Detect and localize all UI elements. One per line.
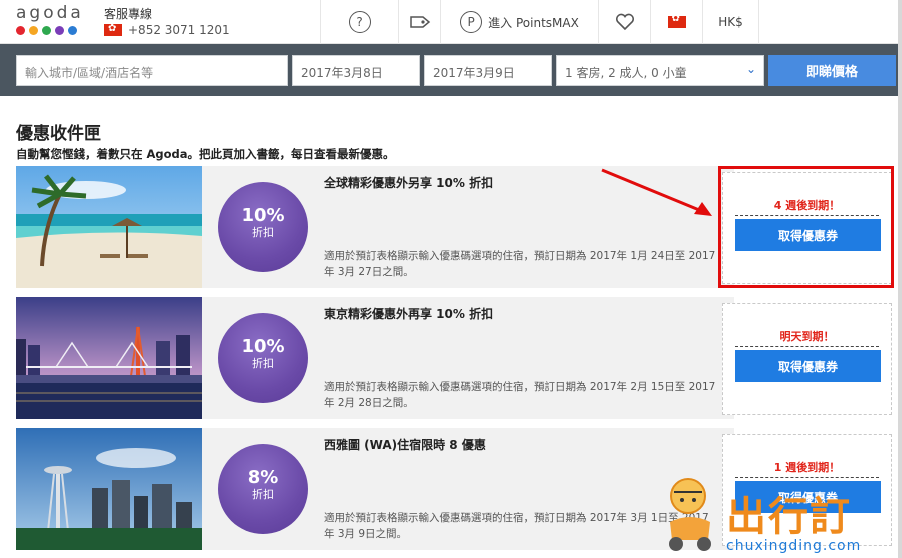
deal-description: 適用於預訂表格顯示輸入優惠碼選項的住宿，預訂日期為 2017年 2月 15日至 … xyxy=(324,381,716,409)
search-button[interactable]: 即睇價格 xyxy=(768,55,896,86)
discount-label: 折扣 xyxy=(252,226,274,239)
customer-service: 客服專線 +852 3071 1201 xyxy=(104,6,230,38)
tokyo-night-bridge-image xyxy=(16,297,202,419)
logo-dot xyxy=(42,26,51,35)
seattle-skyline-image xyxy=(16,428,202,550)
logo-dot xyxy=(29,26,38,35)
coupon-box: 明天到期！ 取得優惠券 xyxy=(722,303,892,415)
language-button[interactable] xyxy=(650,0,702,44)
destination-input[interactable]: 輸入城市/區域/酒店名等 xyxy=(16,55,288,86)
logo-dot xyxy=(68,26,77,35)
deal-headline: 西雅圖 (WA)住宿限時 8 優惠 xyxy=(324,438,486,452)
guests-select[interactable]: 1 客房, 2 成人, 0 小童 ⌄ xyxy=(556,55,764,86)
deal-photo-tokyo xyxy=(16,297,202,419)
deal-headline: 全球精彩優惠外另享 10% 折扣 xyxy=(324,176,494,190)
deals-tag-button[interactable] xyxy=(398,0,440,44)
deal-headline: 東京精彩優惠外再享 10% 折扣 xyxy=(324,307,494,321)
discount-percent: 10% xyxy=(241,205,285,226)
get-coupon-button[interactable]: 取得優惠券 xyxy=(735,350,881,382)
deal-photo-seattle xyxy=(16,428,202,550)
logo-dot xyxy=(16,26,25,35)
cs-phone: +852 3071 1201 xyxy=(128,23,230,37)
currency-button[interactable]: HK$ xyxy=(702,0,758,44)
logo-dot xyxy=(55,26,64,35)
watermark-mascot-icon xyxy=(669,478,711,551)
deal-card: 10% 折扣 東京精彩優惠外再享 10% 折扣 適用於預訂表格顯示輸入優惠碼選項… xyxy=(202,297,734,419)
checkout-date: 2017年3月9日 xyxy=(433,66,515,80)
tag-icon xyxy=(409,16,430,28)
expiry-notice: 4 週後到期！ xyxy=(735,197,879,216)
discount-badge: 10% 折扣 xyxy=(218,313,308,403)
get-coupon-button[interactable]: 取得優惠券 xyxy=(735,219,881,251)
deal-description: 適用於預訂表格顯示輸入優惠碼選項的住宿，預訂日期為 2017年 3月 1日至 2… xyxy=(324,512,709,540)
destination-placeholder: 輸入城市/區域/酒店名等 xyxy=(25,66,154,80)
tropical-beach-image xyxy=(16,166,202,288)
scrollbar[interactable] xyxy=(898,0,902,558)
watermark-text: 出行訂 xyxy=(726,494,852,540)
pointsmax-button[interactable]: P 進入 PointsMAX xyxy=(440,0,598,44)
pointsmax-label: 進入 PointsMAX xyxy=(488,15,579,30)
discount-percent: 10% xyxy=(241,336,285,357)
help-button[interactable]: ? xyxy=(320,0,398,44)
guests-value: 1 客房, 2 成人, 0 小童 xyxy=(565,66,687,80)
checkin-date: 2017年3月8日 xyxy=(301,66,383,80)
cs-phone-row: +852 3071 1201 xyxy=(104,21,230,38)
page-subtitle: 自動幫您慳錢，着數只在 Agoda。把此頁加入書籤，每日查看最新優惠。 xyxy=(16,147,395,161)
coupon-box: 4 週後到期！ 取得優惠券 xyxy=(722,172,892,284)
hong-kong-flag-icon xyxy=(667,13,686,28)
annotation-arrow xyxy=(601,168,712,216)
hong-kong-flag-icon xyxy=(104,21,122,37)
watermark: 出行訂 chuxingding.com xyxy=(660,472,898,556)
discount-badge: 10% 折扣 xyxy=(218,182,308,272)
deal-item: 10% 折扣 全球精彩優惠外另享 10% 折扣 適用於預訂表格顯示輸入優惠碼選項… xyxy=(16,166,894,288)
discount-label: 折扣 xyxy=(252,488,274,501)
expiry-notice: 明天到期！ xyxy=(735,328,879,347)
deal-card: 8% 折扣 西雅圖 (WA)住宿限時 8 優惠 適用於預訂表格顯示輸入優惠碼選項… xyxy=(202,428,734,550)
cs-label: 客服專線 xyxy=(104,7,153,21)
chevron-down-icon: ⌄ xyxy=(745,62,756,76)
currency-label: HK$ xyxy=(718,15,743,29)
search-bar: 輸入城市/區域/酒店名等 2017年3月8日 2017年3月9日 1 客房, 2… xyxy=(0,44,898,96)
discount-percent: 8% xyxy=(247,467,279,488)
deal-description: 適用於預訂表格顯示輸入優惠碼選項的住宿，預訂日期為 2017年 1月 24日至 … xyxy=(324,250,716,278)
deal-photo-beach xyxy=(16,166,202,288)
logo-dots xyxy=(16,26,96,35)
checkin-date-field[interactable]: 2017年3月8日 xyxy=(292,55,420,86)
page-title: 優惠收件匣 xyxy=(16,124,101,144)
question-circle-icon: ? xyxy=(348,11,371,33)
favorites-button[interactable] xyxy=(598,0,650,44)
checkout-date-field[interactable]: 2017年3月9日 xyxy=(424,55,552,86)
account-area[interactable] xyxy=(758,0,898,44)
discount-badge: 8% 折扣 xyxy=(218,444,308,534)
pointsmax-icon: P xyxy=(460,11,483,33)
discount-label: 折扣 xyxy=(252,357,274,370)
heart-icon xyxy=(615,13,634,31)
agoda-logo[interactable]: agoda xyxy=(16,4,96,40)
deal-item: 10% 折扣 東京精彩優惠外再享 10% 折扣 適用於預訂表格顯示輸入優惠碼選項… xyxy=(16,297,894,419)
watermark-url: chuxingding.com xyxy=(726,538,862,554)
logo-text: agoda xyxy=(16,3,84,23)
top-header: agoda 客服專線 +852 3071 1201 ? P 進入 PointsM… xyxy=(0,0,902,44)
